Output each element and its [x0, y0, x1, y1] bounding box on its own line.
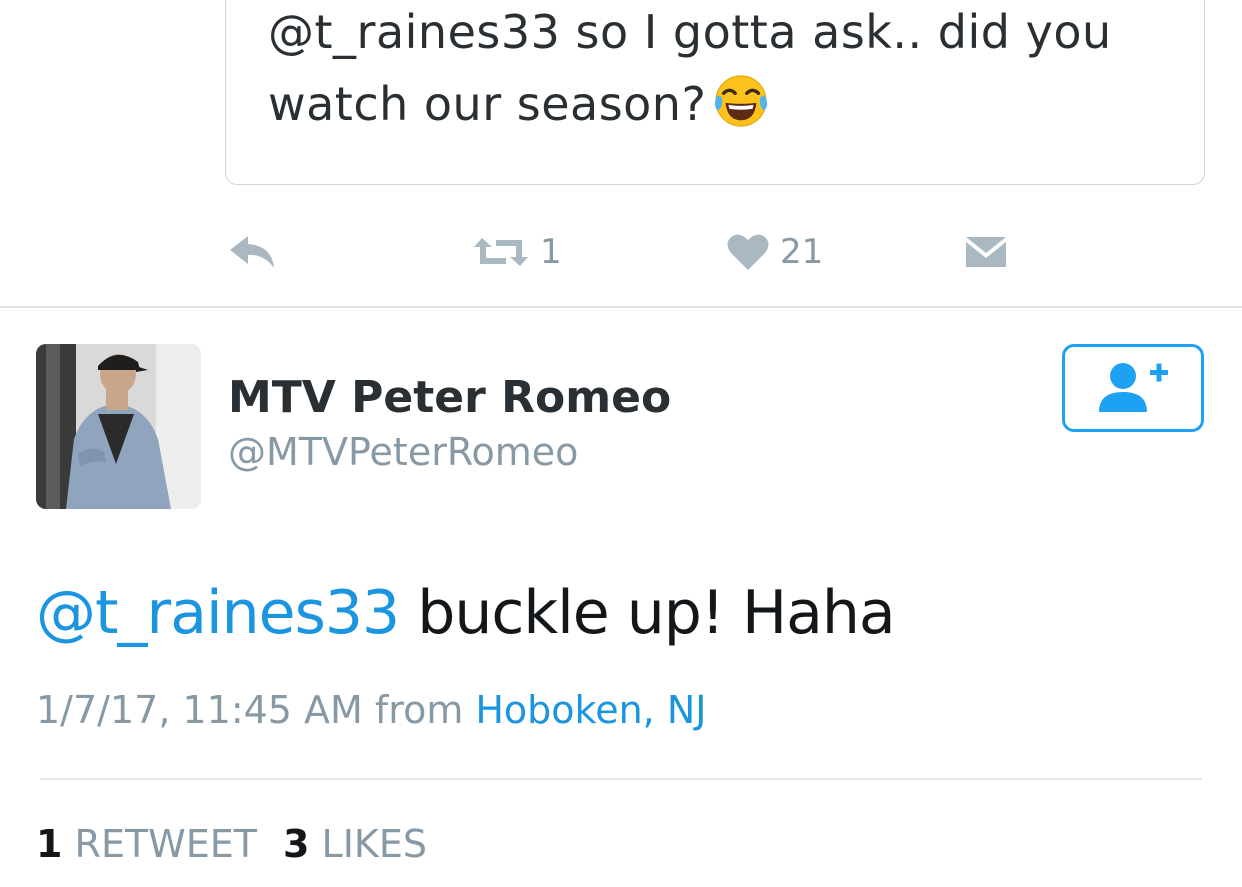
author-handle[interactable]: @MTVPeterRomeo	[228, 430, 578, 474]
quoted-tweet-text: @t_raines33 so I gotta ask.. did you wat…	[268, 0, 1168, 140]
retweets-stat[interactable]: 1 RETWEET	[36, 822, 257, 866]
reply-icon	[230, 236, 274, 268]
quoted-tweet-card[interactable]: @t_raines33 so I gotta ask.. did you wat…	[225, 0, 1205, 185]
quoted-tweet-body: @t_raines33 so I gotta ask.. did you wat…	[268, 5, 1112, 131]
retweet-icon	[474, 238, 528, 266]
direct-message-button[interactable]	[964, 222, 1008, 282]
divider	[40, 778, 1202, 780]
face-with-tears-of-joy-icon	[715, 75, 768, 127]
retweet-count: 1	[540, 232, 562, 272]
tweet-action-bar: 1 21	[0, 222, 1242, 282]
tweet-stats: 1 RETWEET 3 LIKES	[36, 822, 427, 866]
likes-stat[interactable]: 3 LIKES	[283, 822, 427, 866]
retweet-button[interactable]: 1	[472, 222, 562, 282]
add-user-icon	[1099, 363, 1168, 412]
tweet-text: @t_raines33 buckle up! Haha	[36, 578, 896, 648]
tweet-timestamp: 1/7/17, 11:45 AM from	[36, 688, 464, 732]
heart-icon	[727, 234, 769, 270]
follow-button[interactable]	[1062, 344, 1204, 432]
retweets-label: RETWEET	[74, 822, 257, 866]
tweet-location-link[interactable]: Hoboken, NJ	[475, 688, 706, 732]
like-button[interactable]: 21	[726, 222, 823, 282]
likes-number: 3	[282, 822, 310, 866]
tweet-body: buckle up! Haha	[399, 578, 895, 648]
like-count: 21	[780, 232, 824, 272]
reply-button[interactable]	[228, 222, 278, 282]
tweet-mention-link[interactable]: @t_raines33	[36, 578, 400, 648]
avatar-photo	[36, 344, 201, 509]
envelope-icon	[966, 237, 1006, 267]
avatar[interactable]	[36, 344, 201, 509]
divider	[0, 306, 1242, 308]
likes-label: LIKES	[321, 822, 427, 866]
author-display-name[interactable]: MTV Peter Romeo	[228, 372, 671, 423]
retweets-number: 1	[36, 822, 63, 866]
tweet-meta: 1/7/17, 11:45 AM from Hoboken, NJ	[36, 688, 706, 732]
